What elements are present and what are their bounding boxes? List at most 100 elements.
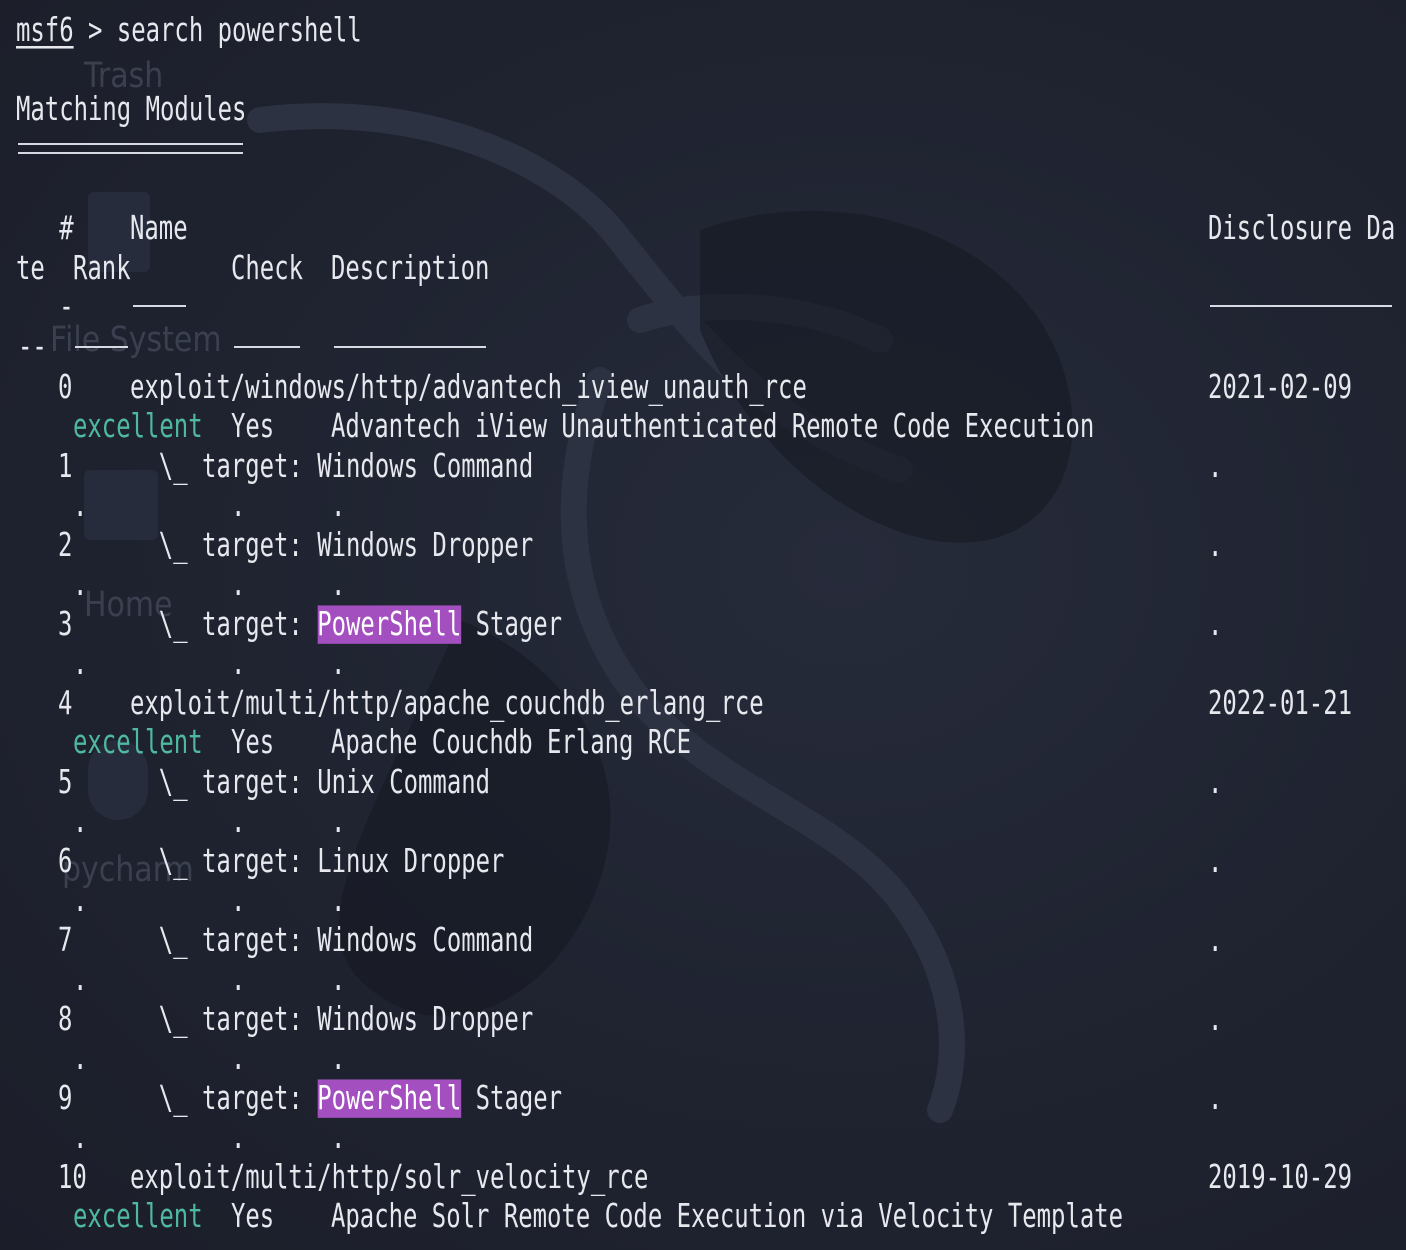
terminal-window[interactable]: msf6 > search powershell Matching Module…	[0, 0, 1406, 1250]
disclosure-date: 2022-01-21	[1208, 684, 1353, 723]
target-name: Windows Command	[317, 921, 534, 960]
rank-value: excellent	[73, 1197, 203, 1236]
target-line: \_ target: Windows Dropper	[130, 1003, 533, 1036]
check-wrap-dot: .	[231, 644, 246, 683]
section-title: Matching Modules	[16, 90, 247, 129]
disclosure-date: .	[1208, 447, 1223, 486]
target-line: \_ target: Windows Dropper	[130, 529, 533, 562]
disclosure-date: 2021-02-09	[1208, 368, 1353, 407]
check-wrap-dot: .	[231, 565, 246, 604]
rank-wrap-dot: .	[73, 802, 88, 841]
row-number: 7	[58, 921, 73, 960]
description-wrap-dot: .	[331, 881, 346, 920]
description-wrap-dot: .	[331, 565, 346, 604]
rank-wrap-dot: .	[73, 1039, 88, 1078]
rank-value: excellent	[73, 723, 203, 762]
module-name: exploit/windows/http/advantech_iview_una…	[130, 368, 807, 407]
rank-wrap-dot: .	[73, 960, 88, 999]
row-number: 3	[58, 605, 73, 644]
header-disclosure-date: Disclosure Da	[1208, 209, 1396, 248]
check-value: Yes	[231, 723, 275, 762]
row-number: 10	[58, 1158, 87, 1197]
description-wrap-dot: .	[331, 486, 346, 525]
target-name-rest: Stager	[461, 605, 563, 644]
search-match-highlight: PowerShell	[317, 605, 462, 644]
target-line: \_ target: PowerShell Stager	[130, 1079, 563, 1118]
target-prefix: \_ target:	[130, 842, 318, 881]
check-value: Yes	[231, 1197, 275, 1236]
command-text: search powershell	[116, 11, 362, 50]
target-name-rest: Stager	[461, 1079, 563, 1118]
rank-wrap-dot: .	[73, 486, 88, 525]
row-number: 2	[58, 526, 73, 565]
description-wrap-dot: .	[331, 960, 346, 999]
search-match-highlight: PowerShell	[317, 1079, 462, 1118]
rank-value: excellent	[73, 407, 203, 446]
header-date-wrap: te	[16, 249, 45, 288]
target-prefix: \_ target:	[130, 763, 318, 802]
rank-wrap-dot: .	[73, 1118, 88, 1157]
check-wrap-dot: .	[231, 1118, 246, 1157]
disclosure-date: .	[1208, 842, 1223, 881]
target-line: \_ target: Windows Command	[130, 450, 533, 483]
rank-wrap-dot: .	[73, 565, 88, 604]
section-title-underline	[18, 143, 243, 154]
module-name: exploit/multi/http/solr_velocity_rce	[130, 1158, 649, 1197]
disclosure-date: .	[1208, 1000, 1223, 1039]
header-description: Description	[331, 249, 490, 288]
target-prefix: \_ target:	[130, 526, 318, 565]
target-name: Windows Command	[317, 447, 534, 486]
row-number: 6	[58, 842, 73, 881]
row-number: 9	[58, 1079, 73, 1118]
disclosure-date: .	[1208, 763, 1223, 802]
header-date-underline-wrap: --	[18, 327, 47, 366]
target-name: Windows Dropper	[317, 1000, 534, 1039]
disclosure-date: .	[1208, 605, 1223, 644]
target-prefix: \_ target:	[130, 447, 318, 486]
module-description: Apache Couchdb Erlang RCE	[331, 723, 692, 762]
target-prefix: \_ target:	[130, 605, 318, 644]
header-rank: Rank	[73, 249, 131, 288]
header-date-underline	[1210, 305, 1392, 307]
module-description: Advantech iView Unauthenticated Remote C…	[331, 407, 1095, 446]
check-wrap-dot: .	[231, 1039, 246, 1078]
row-number: 1	[58, 447, 73, 486]
target-prefix: \_ target:	[130, 921, 318, 960]
target-line: \_ target: PowerShell Stager	[130, 605, 563, 644]
target-prefix: \_ target:	[130, 1000, 318, 1039]
target-prefix: \_ target:	[130, 1079, 318, 1118]
module-description: Apache Solr Remote Code Execution via Ve…	[331, 1197, 1124, 1236]
target-name: Linux Dropper	[317, 842, 505, 881]
check-wrap-dot: .	[231, 960, 246, 999]
row-number: 4	[58, 684, 73, 723]
header-name-underline	[133, 305, 186, 307]
target-name: Unix Command	[317, 763, 491, 802]
description-wrap-dot: .	[331, 802, 346, 841]
description-wrap-dot: .	[331, 1039, 346, 1078]
check-wrap-dot: .	[231, 486, 246, 525]
row-number: 5	[58, 763, 73, 802]
module-name: exploit/multi/http/apache_couchdb_erlang…	[130, 684, 764, 723]
header-name: Name	[130, 209, 188, 248]
row-number: 8	[58, 1000, 73, 1039]
target-line: \_ target: Windows Command	[130, 924, 533, 957]
row-number: 0	[58, 368, 73, 407]
disclosure-date: .	[1208, 526, 1223, 565]
description-wrap-dot: .	[331, 1118, 346, 1157]
msf-prompt: msf6	[16, 11, 74, 50]
rank-wrap-dot: .	[73, 881, 88, 920]
header-description-underline	[334, 346, 486, 348]
target-name: Windows Dropper	[317, 526, 534, 565]
check-value: Yes	[231, 407, 275, 446]
disclosure-date: 2019-10-29	[1208, 1158, 1353, 1197]
rank-wrap-dot: .	[73, 644, 88, 683]
disclosure-date: .	[1208, 1079, 1223, 1118]
header-check-underline	[234, 346, 300, 348]
header-rank-underline	[75, 346, 128, 348]
header-hash: #	[16, 209, 74, 248]
description-wrap-dot: .	[331, 644, 346, 683]
disclosure-date: .	[1208, 921, 1223, 960]
header-hash-underline: -	[16, 287, 74, 326]
command-line: msf6 > search powershell	[16, 14, 362, 47]
check-wrap-dot: .	[231, 881, 246, 920]
